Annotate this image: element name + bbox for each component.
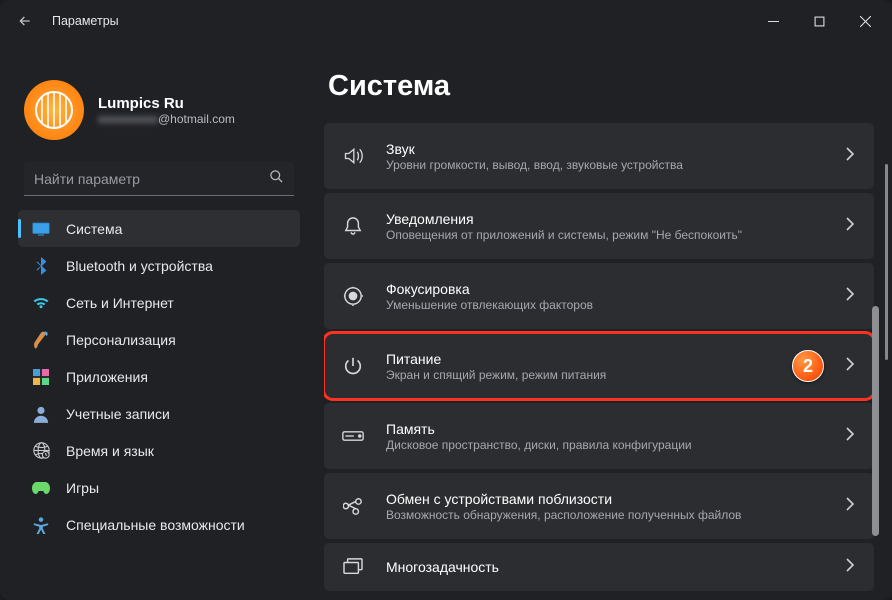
settings-row-sound[interactable]: ЗвукУровни громкости, вывод, ввод, звуко… bbox=[324, 123, 874, 189]
row-text: ПамятьДисковое пространство, диски, прав… bbox=[386, 421, 824, 452]
sidebar-item-display[interactable]: Система bbox=[18, 210, 300, 247]
settings-row-storage[interactable]: ПамятьДисковое пространство, диски, прав… bbox=[324, 403, 874, 469]
multi-icon bbox=[342, 556, 364, 578]
search-icon bbox=[269, 169, 284, 189]
sidebar-item-brush[interactable]: Персонализация bbox=[18, 321, 300, 358]
row-subtitle: Дисковое пространство, диски, правила ко… bbox=[386, 438, 824, 452]
display-icon bbox=[32, 220, 50, 238]
brush-icon bbox=[32, 331, 50, 349]
minimize-button[interactable] bbox=[750, 0, 796, 42]
row-subtitle: Оповещения от приложений и системы, режи… bbox=[386, 228, 824, 242]
row-text: ПитаниеЭкран и спящий режим, режим питан… bbox=[386, 351, 770, 382]
scrollbar-thumb-outer[interactable] bbox=[872, 306, 879, 536]
sidebar-item-person[interactable]: Учетные записи bbox=[18, 395, 300, 432]
sidebar-item-globe[interactable]: Время и язык bbox=[18, 432, 300, 469]
sidebar: Lumpics Ru xxxxxxxxxx@hotmail.com Систем… bbox=[0, 42, 310, 600]
sidebar-item-access[interactable]: Специальные возможности bbox=[18, 506, 300, 543]
sidebar-item-label: Учетные записи bbox=[66, 406, 170, 422]
scrollbar-thumb[interactable] bbox=[885, 164, 888, 360]
maximize-button[interactable] bbox=[796, 0, 842, 42]
row-title: Обмен с устройствами поблизости bbox=[386, 491, 824, 507]
chevron-right-icon bbox=[846, 497, 854, 516]
game-icon bbox=[32, 479, 50, 497]
settings-window: Параметры Lumpics Ru xxxxxxxxxx@hotmail.… bbox=[0, 0, 892, 600]
page-header: Система bbox=[324, 42, 874, 123]
sidebar-item-label: Персонализация bbox=[66, 332, 176, 348]
sidebar-item-bluetooth[interactable]: Bluetooth и устройства bbox=[18, 247, 300, 284]
sidebar-item-label: Специальные возможности bbox=[66, 517, 245, 533]
chevron-right-icon bbox=[846, 357, 854, 376]
settings-list: ЗвукУровни громкости, вывод, ввод, звуко… bbox=[324, 123, 874, 591]
row-text: УведомленияОповещения от приложений и си… bbox=[386, 211, 824, 242]
search-input[interactable] bbox=[34, 171, 269, 187]
chevron-right-icon bbox=[846, 558, 854, 577]
chevron-right-icon bbox=[846, 427, 854, 446]
page-title: Система bbox=[328, 70, 874, 103]
search-wrap bbox=[18, 158, 300, 210]
person-icon bbox=[32, 405, 50, 423]
storage-icon bbox=[342, 425, 364, 447]
settings-row-multi[interactable]: Многозадачность bbox=[324, 543, 874, 591]
bell-icon bbox=[342, 215, 364, 237]
settings-row-share[interactable]: Обмен с устройствами поблизостиВозможнос… bbox=[324, 473, 874, 539]
row-subtitle: Возможность обнаружения, расположение по… bbox=[386, 508, 824, 522]
titlebar: Параметры bbox=[0, 0, 892, 42]
access-icon bbox=[32, 516, 50, 534]
row-title: Многозадачность bbox=[386, 559, 824, 575]
sidebar-item-label: Сеть и Интернет bbox=[66, 295, 174, 311]
apps-icon bbox=[32, 368, 50, 386]
annotation-badge: 2 bbox=[792, 350, 824, 382]
row-subtitle: Экран и спящий режим, режим питания bbox=[386, 368, 770, 382]
row-title: Звук bbox=[386, 141, 824, 157]
avatar bbox=[24, 80, 84, 140]
caption-controls bbox=[750, 0, 888, 42]
settings-row-power[interactable]: ПитаниеЭкран и спящий режим, режим питан… bbox=[324, 333, 874, 399]
row-text: ФокусировкаУменьшение отвлекающих фактор… bbox=[386, 281, 824, 312]
account-email: xxxxxxxxxx@hotmail.com bbox=[98, 112, 235, 126]
chevron-right-icon bbox=[846, 287, 854, 306]
settings-row-focus[interactable]: ФокусировкаУменьшение отвлекающих фактор… bbox=[324, 263, 874, 329]
sidebar-item-game[interactable]: Игры bbox=[18, 469, 300, 506]
account-block[interactable]: Lumpics Ru xxxxxxxxxx@hotmail.com bbox=[18, 42, 300, 158]
sidebar-item-label: Система bbox=[66, 221, 122, 237]
row-title: Память bbox=[386, 421, 824, 437]
share-icon bbox=[342, 495, 364, 517]
close-button[interactable] bbox=[842, 0, 888, 42]
chevron-right-icon bbox=[846, 217, 854, 236]
account-text: Lumpics Ru xxxxxxxxxx@hotmail.com bbox=[98, 95, 235, 126]
row-text: Обмен с устройствами поблизостиВозможнос… bbox=[386, 491, 824, 522]
sidebar-item-label: Время и язык bbox=[66, 443, 154, 459]
power-icon bbox=[342, 355, 364, 377]
wifi-icon bbox=[32, 294, 50, 312]
sidebar-item-apps[interactable]: Приложения bbox=[18, 358, 300, 395]
sound-icon bbox=[342, 145, 364, 167]
sidebar-item-wifi[interactable]: Сеть и Интернет bbox=[18, 284, 300, 321]
row-title: Фокусировка bbox=[386, 281, 824, 297]
row-text: Многозадачность bbox=[386, 559, 824, 575]
search-box[interactable] bbox=[24, 162, 294, 196]
bluetooth-icon bbox=[32, 257, 50, 275]
sidebar-item-label: Приложения bbox=[66, 369, 148, 385]
settings-row-bell[interactable]: УведомленияОповещения от приложений и си… bbox=[324, 193, 874, 259]
focus-icon bbox=[342, 285, 364, 307]
row-title: Питание bbox=[386, 351, 770, 367]
globe-icon bbox=[32, 442, 50, 460]
window-title: Параметры bbox=[52, 14, 750, 28]
sidebar-item-label: Игры bbox=[66, 480, 99, 496]
account-name: Lumpics Ru bbox=[98, 95, 235, 112]
window-body: Lumpics Ru xxxxxxxxxx@hotmail.com Систем… bbox=[0, 42, 892, 600]
row-subtitle: Уменьшение отвлекающих факторов bbox=[386, 298, 824, 312]
back-icon[interactable] bbox=[16, 12, 34, 30]
sidebar-item-label: Bluetooth и устройства bbox=[66, 258, 213, 274]
chevron-right-icon bbox=[846, 147, 854, 166]
row-text: ЗвукУровни громкости, вывод, ввод, звуко… bbox=[386, 141, 824, 172]
row-title: Уведомления bbox=[386, 211, 824, 227]
row-subtitle: Уровни громкости, вывод, ввод, звуковые … bbox=[386, 158, 824, 172]
nav-list: Система Bluetooth и устройства Сеть и Инте… bbox=[18, 210, 300, 543]
main-panel: Система ЗвукУровни громкости, вывод, вво… bbox=[310, 42, 892, 600]
